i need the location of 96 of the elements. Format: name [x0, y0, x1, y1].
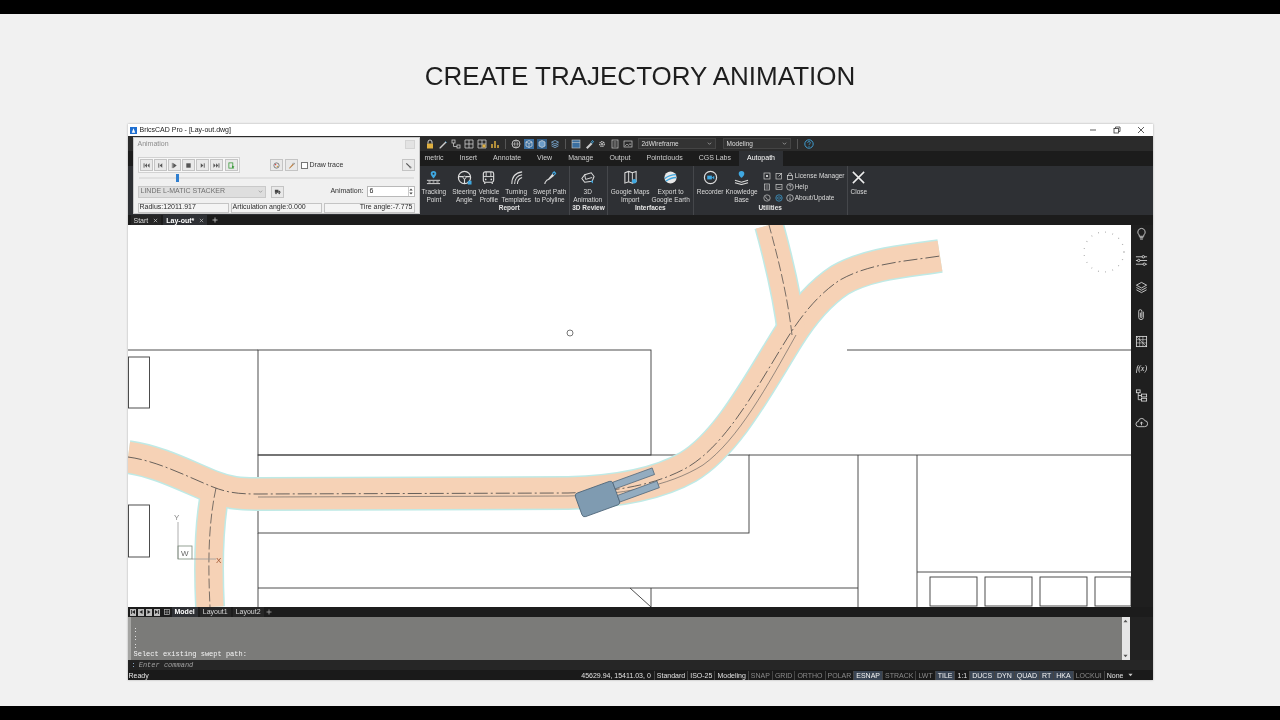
stop-button[interactable]	[181, 159, 195, 171]
caret-down-icon[interactable]	[1127, 673, 1133, 677]
stack-icon[interactable]	[549, 138, 560, 149]
room-outline	[1039, 576, 1087, 607]
lock-icon[interactable]	[424, 138, 435, 149]
sliders-icon[interactable]	[1135, 254, 1148, 267]
bus-icon	[481, 170, 497, 185]
last-frame-button[interactable]	[209, 159, 223, 171]
skip-last-icon[interactable]	[153, 609, 160, 615]
skip-first-icon[interactable]	[129, 609, 136, 615]
scroll-up-icon[interactable]	[1123, 619, 1128, 623]
chevron-down-icon	[781, 141, 787, 146]
layers-icon[interactable]	[1135, 281, 1148, 294]
globe-icon	[663, 170, 679, 185]
paint-palette-icon	[272, 161, 280, 169]
step-forward-icon	[198, 161, 206, 169]
checkbox[interactable]	[300, 161, 308, 169]
pen-icon	[542, 170, 558, 185]
gear-icon[interactable]	[596, 138, 607, 149]
axis-label: X	[215, 556, 221, 565]
skip-first-icon	[142, 161, 150, 169]
circled-arc-icon[interactable]	[762, 194, 771, 202]
hatch-grid-icon[interactable]	[1135, 335, 1148, 348]
document-cursor-icon	[227, 161, 235, 169]
previous-frame-button[interactable]	[153, 159, 167, 171]
play-icon	[170, 161, 178, 169]
lock-icon	[785, 172, 794, 180]
stylus-icon	[404, 161, 412, 169]
close-icon[interactable]	[1136, 126, 1145, 134]
grid-icon[interactable]	[476, 138, 487, 149]
skip-last-icon	[212, 161, 220, 169]
timeline-slider[interactable]	[138, 174, 414, 182]
document-icon[interactable]	[762, 183, 771, 191]
scroll-down-icon[interactable]	[1123, 654, 1128, 658]
spin-down-icon[interactable]	[409, 192, 413, 195]
list-icon[interactable]	[609, 138, 620, 149]
map-pin-road-icon	[426, 170, 442, 185]
image-icon[interactable]	[774, 183, 783, 191]
folded-map-icon	[622, 170, 638, 185]
lightbulb-icon[interactable]	[1135, 227, 1148, 240]
scrollbar[interactable]	[1121, 617, 1130, 660]
info-icon	[785, 194, 794, 202]
previous-icon[interactable]	[137, 609, 144, 615]
layout-grid-icon[interactable]	[163, 609, 170, 615]
settings-button[interactable]	[401, 159, 415, 171]
room-outline	[929, 576, 977, 607]
axis-label: Y	[173, 513, 179, 522]
panel-icon[interactable]	[570, 138, 581, 149]
next-frame-button[interactable]	[195, 159, 209, 171]
room-outline	[127, 356, 150, 409]
image-icon[interactable]	[622, 138, 633, 149]
play-button[interactable]	[167, 159, 181, 171]
tree-icon[interactable]	[1135, 389, 1148, 402]
curved-lines-icon	[508, 170, 524, 185]
room-outline	[127, 504, 150, 558]
truck-icon	[273, 188, 281, 195]
room-outline	[1094, 576, 1131, 607]
chevron-down-icon	[706, 141, 712, 146]
globe-icon[interactable]	[510, 138, 521, 149]
cube-icon[interactable]	[536, 138, 547, 149]
bar-chart-icon[interactable]	[489, 138, 500, 149]
video-camera-icon	[702, 170, 718, 185]
formula-button[interactable]: f(x)	[1135, 362, 1148, 375]
vehicle-library-button[interactable]	[270, 185, 284, 198]
room-outline	[984, 576, 1032, 607]
close-icon	[851, 170, 867, 185]
slider-thumb[interactable]	[175, 174, 179, 182]
drawing-canvas[interactable]: Y W X	[127, 225, 1131, 607]
restore-icon[interactable]	[1112, 126, 1121, 134]
pencil-icon[interactable]	[437, 138, 448, 149]
cursor-icon	[566, 329, 573, 337]
axis-label: W	[180, 549, 189, 558]
steering-wheel-icon	[456, 170, 472, 185]
window-icon[interactable]	[762, 172, 771, 180]
spin-up-icon[interactable]	[409, 188, 413, 191]
plus-icon[interactable]	[212, 217, 219, 223]
stop-icon	[184, 161, 192, 169]
network-icon[interactable]	[450, 138, 461, 149]
chevron-down-icon	[257, 189, 263, 194]
edit-icon[interactable]	[774, 172, 783, 180]
pin-layers-icon	[734, 170, 750, 185]
help-icon[interactable]	[803, 138, 814, 149]
dotted-ring-icon[interactable]	[1082, 231, 1125, 273]
brush-icon	[287, 161, 295, 169]
plus-icon[interactable]	[265, 609, 272, 615]
brush-icon[interactable]	[583, 138, 594, 149]
video-title: CREATE TRAJECTORY ANIMATION	[424, 61, 856, 91]
step-back-icon	[156, 161, 164, 169]
cloud-upload-icon[interactable]	[1135, 416, 1148, 429]
cube-icon[interactable]	[523, 138, 534, 149]
help-icon	[785, 183, 794, 191]
next-icon[interactable]	[145, 609, 152, 615]
eye-icon[interactable]	[774, 194, 783, 202]
first-frame-button[interactable]	[139, 159, 153, 171]
wireframe-shape-icon	[580, 170, 596, 185]
grid-icon[interactable]	[463, 138, 474, 149]
